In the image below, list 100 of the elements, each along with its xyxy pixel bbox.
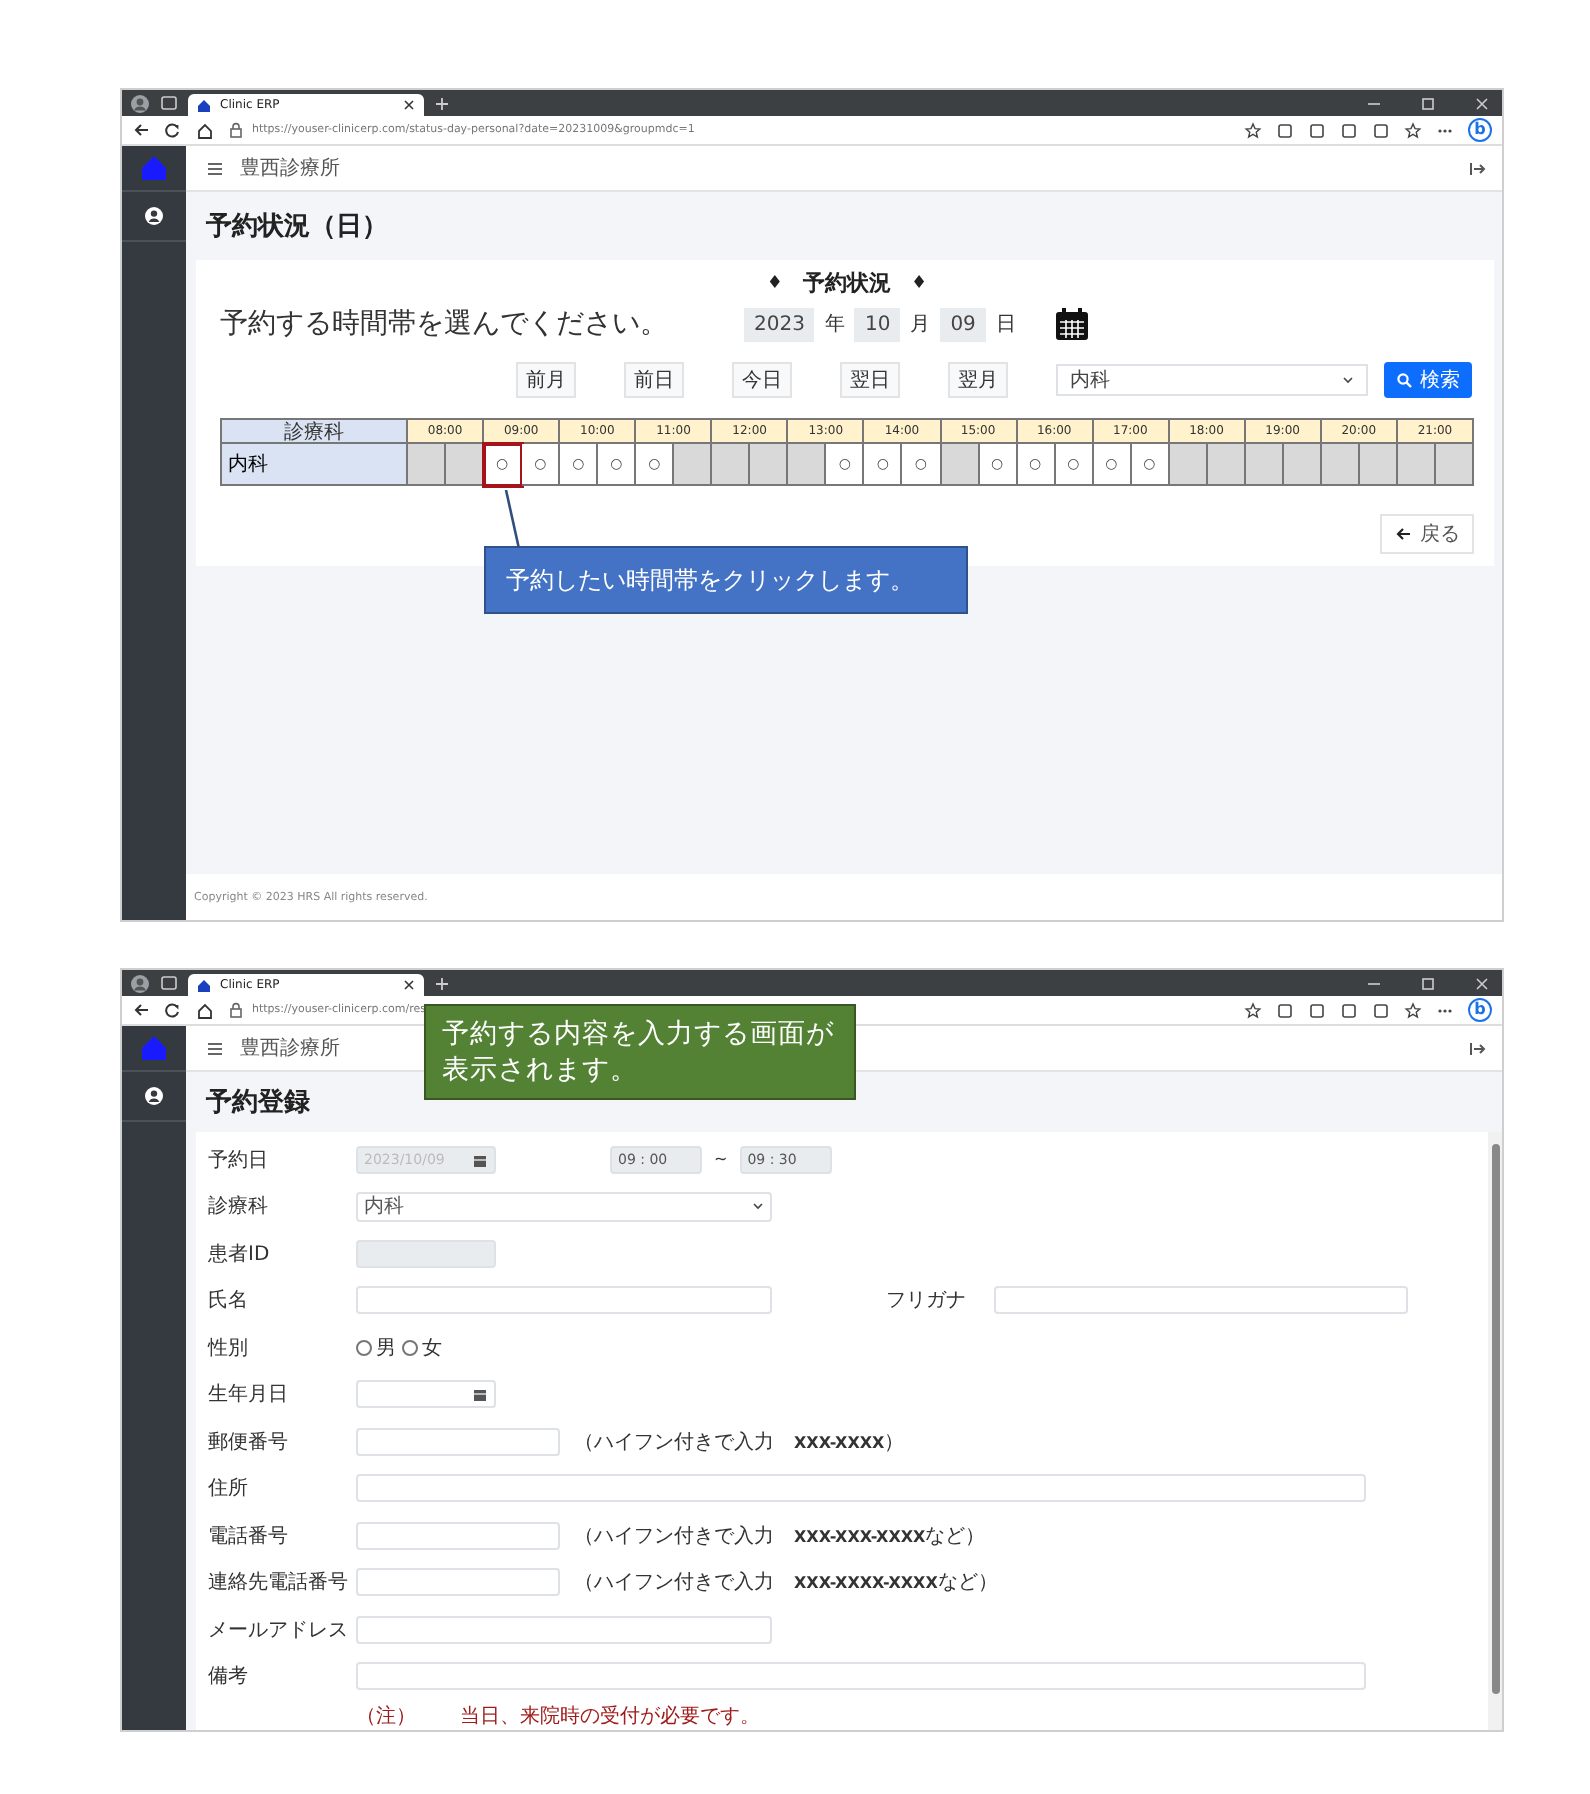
square-icon[interactable] xyxy=(1372,121,1390,139)
maximize-icon[interactable] xyxy=(1420,975,1436,991)
input-field[interactable] xyxy=(356,1427,560,1456)
star-icon[interactable] xyxy=(1244,121,1262,139)
field-label: 電話番号 xyxy=(208,1523,290,1550)
input-field[interactable] xyxy=(994,1286,1408,1315)
logout-icon[interactable] xyxy=(1468,159,1486,177)
radio-button[interactable] xyxy=(356,1339,372,1356)
hint-text: （ハイフン付きで入力 XXX-XXX-XXXXなど） xyxy=(574,1523,986,1550)
square-icon[interactable] xyxy=(1340,1001,1358,1019)
nav-button[interactable]: 前月 xyxy=(516,362,576,398)
time-slot[interactable] xyxy=(750,444,789,486)
note-text: 当日、来院時の受付が必要です。 xyxy=(460,1703,760,1730)
time-slot[interactable] xyxy=(1283,444,1322,486)
time-slot[interactable] xyxy=(1321,444,1360,486)
time-slot[interactable] xyxy=(1207,444,1246,486)
input-field[interactable] xyxy=(356,1568,560,1597)
time-slot[interactable] xyxy=(1245,444,1284,486)
back-button[interactable]: 戻る xyxy=(1380,514,1474,554)
profile-icon[interactable] xyxy=(130,93,150,113)
time-slot[interactable] xyxy=(1359,444,1398,486)
time-slot[interactable] xyxy=(712,444,751,486)
radio-label: 男 xyxy=(376,1335,396,1362)
back-icon[interactable] xyxy=(132,1001,150,1019)
date-field[interactable] xyxy=(356,1380,496,1409)
home-icon[interactable] xyxy=(196,1001,214,1019)
time-slot[interactable] xyxy=(788,444,827,486)
select-field[interactable]: 内科 xyxy=(356,1191,772,1222)
reload-icon[interactable] xyxy=(164,1001,182,1019)
table-header: 診療科 xyxy=(222,420,408,444)
close-icon[interactable] xyxy=(402,978,416,992)
star-icon[interactable] xyxy=(1404,121,1422,139)
department-select[interactable]: 内科 xyxy=(1056,364,1368,396)
assistant-button[interactable]: b xyxy=(1468,998,1492,1022)
assistant-button[interactable]: b xyxy=(1468,118,1492,142)
new-tab-icon[interactable] xyxy=(434,95,450,111)
nav-button[interactable]: 翌日 xyxy=(840,362,900,398)
department-cell: 内科 xyxy=(222,444,408,486)
radio-button[interactable] xyxy=(402,1339,418,1356)
star-icon[interactable] xyxy=(1404,1001,1422,1019)
field-label: 性別 xyxy=(208,1335,250,1362)
calendar-icon[interactable] xyxy=(1053,306,1090,342)
scrollbar[interactable] xyxy=(1488,1132,1502,1730)
field-label: 連絡先電話番号 xyxy=(208,1569,350,1597)
square-icon[interactable] xyxy=(1340,121,1358,139)
date-unit: 年 xyxy=(824,312,845,338)
date-field[interactable]: 2023 xyxy=(744,307,815,341)
time-slot[interactable] xyxy=(408,444,447,486)
input-field xyxy=(356,1239,496,1268)
field-label: 備考 xyxy=(208,1663,250,1691)
square-icon[interactable] xyxy=(1308,1001,1326,1019)
tabs-icon[interactable] xyxy=(160,94,178,112)
input-field[interactable] xyxy=(356,1615,772,1644)
back-icon[interactable] xyxy=(132,121,150,139)
date-unit: 日 xyxy=(995,312,1016,338)
square-icon[interactable] xyxy=(1372,1001,1390,1019)
square-icon[interactable] xyxy=(1308,121,1326,139)
calendar-icon xyxy=(472,1151,488,1168)
nav-button[interactable]: 翌月 xyxy=(948,362,1008,398)
close-icon[interactable] xyxy=(402,98,416,112)
maximize-icon[interactable] xyxy=(1420,95,1436,111)
square-icon[interactable] xyxy=(1276,121,1294,139)
field-label: 郵便番号 xyxy=(208,1429,290,1456)
menu-icon[interactable] xyxy=(206,1039,224,1057)
star-icon[interactable] xyxy=(1244,1001,1262,1019)
diamond-icon: ♦ xyxy=(766,273,783,293)
search-button[interactable]: 検索 xyxy=(1384,362,1472,398)
time-slot[interactable] xyxy=(1435,444,1474,486)
search-icon xyxy=(1396,371,1414,389)
user-icon[interactable] xyxy=(144,1086,164,1106)
input-field[interactable] xyxy=(356,1474,1366,1503)
input-field[interactable] xyxy=(356,1521,560,1550)
logout-icon[interactable] xyxy=(1468,1039,1486,1057)
nav-button[interactable]: 前日 xyxy=(624,362,684,398)
hint-text: （ハイフン付きで入力 XXX-XXXX-XXXXなど） xyxy=(574,1569,998,1597)
field-label: フリガナ xyxy=(886,1288,968,1315)
new-tab-icon[interactable] xyxy=(434,975,450,991)
user-icon[interactable] xyxy=(144,206,164,226)
menu-icon[interactable] xyxy=(206,159,224,177)
time-slot[interactable] xyxy=(674,444,713,486)
field-label: 氏名 xyxy=(208,1287,250,1315)
nav-button[interactable]: 今日 xyxy=(732,362,792,398)
time-slot[interactable] xyxy=(1169,444,1208,486)
leader-line xyxy=(503,490,520,548)
diamond-icon: ♦ xyxy=(911,273,928,293)
home-icon[interactable] xyxy=(196,121,214,139)
field-label: 診療科 xyxy=(208,1193,270,1221)
input-field[interactable] xyxy=(356,1286,772,1315)
input-field[interactable] xyxy=(356,1662,1366,1691)
profile-icon[interactable] xyxy=(130,973,150,993)
date-field[interactable]: 10 xyxy=(854,307,901,341)
tabs-icon[interactable] xyxy=(160,974,178,992)
square-icon[interactable] xyxy=(1276,1001,1294,1019)
time-slot[interactable] xyxy=(941,444,980,486)
date-field[interactable]: 09 xyxy=(940,307,986,341)
field-label: 予約日 xyxy=(208,1147,270,1174)
reload-icon[interactable] xyxy=(164,121,182,139)
time-slot[interactable] xyxy=(446,444,485,486)
scroll-thumb[interactable] xyxy=(1491,1144,1499,1694)
time-slot[interactable] xyxy=(1397,444,1436,486)
